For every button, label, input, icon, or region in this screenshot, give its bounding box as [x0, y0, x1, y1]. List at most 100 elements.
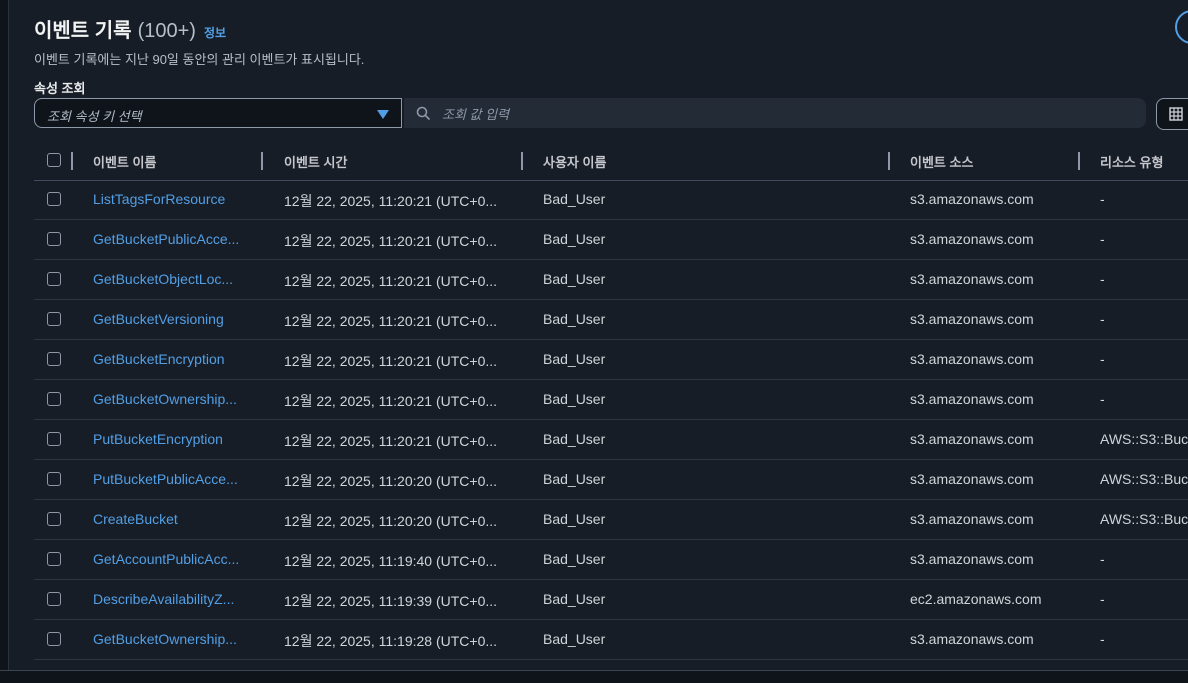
table-row: GetBucketOwnership... 12월 22, 2025, 11:19… [34, 620, 1188, 660]
user-name: Bad_User [543, 231, 606, 247]
event-source-text[interactable]: s3.amazonaws.com [910, 311, 1034, 327]
event-source-text[interactable]: ec2.amazonaws.com [910, 591, 1042, 607]
info-link[interactable]: 정보 [204, 24, 226, 41]
column-header-event-time[interactable]: 이벤트 시간 [284, 152, 347, 171]
user-name: Bad_User [543, 511, 606, 527]
table-body: ListTagsForResource 12월 22, 2025, 11:20:2… [34, 180, 1188, 670]
search-icon [416, 106, 430, 120]
event-source-text[interactable]: s3.amazonaws.com [910, 551, 1034, 567]
event-source: s3.amazonaws.com [910, 551, 1070, 567]
event-time: 12월 22, 2025, 11:20:21 (UTC+0... [284, 313, 498, 329]
table-row: GetAccountPublicAcc... 12월 22, 2025, 11:1… [34, 540, 1188, 580]
event-name-link[interactable]: GetAccountPublicAcc... [93, 551, 243, 567]
preferences-grid-icon [1169, 107, 1183, 121]
event-history-panel: 이벤트 기록 (100+) 정보 이벤트 기록에는 지난 90일 동안의 관리 … [8, 0, 1188, 670]
event-name-link[interactable]: GetBucketOwnership... [93, 631, 243, 647]
resource-type: AWS::S3::Buck [1100, 471, 1188, 487]
event-source-text[interactable]: s3.amazonaws.com [910, 471, 1034, 487]
event-source-text[interactable]: s3.amazonaws.com [910, 431, 1034, 447]
row-checkbox[interactable] [47, 472, 61, 486]
event-source: s3.amazonaws.com [910, 191, 1070, 207]
event-source: s3.amazonaws.com [910, 351, 1070, 367]
table-row: CreateBucket 12월 22, 2025, 11:20:20 (UTC+… [34, 500, 1188, 540]
column-header-event-name[interactable]: 이벤트 이름 [93, 152, 156, 171]
resource-type: - [1100, 271, 1105, 287]
event-time: 12월 22, 2025, 11:20:21 (UTC+0... [284, 233, 498, 249]
column-header-resource-type[interactable]: 리소스 유형 [1100, 152, 1163, 171]
row-checkbox[interactable] [47, 632, 61, 646]
user-name: Bad_User [543, 191, 606, 207]
select-value: 조회 속성 키 선택 [47, 109, 142, 124]
search-input[interactable] [440, 98, 1134, 130]
event-source: s3.amazonaws.com [910, 271, 1070, 287]
bottom-bar [0, 670, 1188, 683]
column-resizer[interactable] [71, 152, 73, 170]
table-row: GetBucketVersioning 12월 22, 2025, 11:20:2… [34, 300, 1188, 340]
table-row: DescribeAvailabilityZ... 12월 22, 2025, 11… [34, 580, 1188, 620]
event-time: 12월 22, 2025, 11:19:40 (UTC+0... [284, 553, 498, 569]
resource-type: - [1100, 191, 1105, 207]
row-checkbox[interactable] [47, 352, 61, 366]
event-name-link[interactable]: DescribeAvailabilityZ... [93, 591, 243, 607]
event-name-link[interactable]: CreateBucket [93, 511, 243, 527]
event-source-text[interactable]: s3.amazonaws.com [910, 271, 1034, 287]
row-checkbox[interactable] [47, 312, 61, 326]
row-checkbox[interactable] [47, 432, 61, 446]
column-resizer[interactable] [261, 152, 263, 170]
row-checkbox[interactable] [47, 232, 61, 246]
event-time: 12월 22, 2025, 11:19:39 (UTC+0... [284, 593, 498, 609]
select-all-checkbox[interactable] [47, 153, 61, 167]
event-source-text[interactable]: s3.amazonaws.com [910, 191, 1034, 207]
event-source: ec2.amazonaws.com [910, 591, 1070, 607]
column-header-event-source[interactable]: 이벤트 소스 [910, 152, 973, 171]
column-resizer[interactable] [1078, 152, 1080, 170]
table-row: PutBucketPublicAcce... 12월 22, 2025, 11:2… [34, 460, 1188, 500]
row-checkbox[interactable] [47, 592, 61, 606]
column-header-user-name[interactable]: 사용자 이름 [543, 152, 606, 171]
row-checkbox[interactable] [47, 192, 61, 206]
lookup-attribute-label: 속성 조회 [34, 81, 86, 96]
table-header: 이벤트 이름 이벤트 시간 사용자 이름 이벤트 소스 리소스 유형 [34, 144, 1188, 181]
lookup-attribute-select[interactable]: 조회 속성 키 선택 [34, 98, 402, 128]
event-time: 12월 22, 2025, 11:20:21 (UTC+0... [284, 433, 498, 449]
column-resizer[interactable] [521, 152, 523, 170]
event-source-text[interactable]: s3.amazonaws.com [910, 231, 1034, 247]
event-source-text[interactable]: s3.amazonaws.com [910, 351, 1034, 367]
event-time: 12월 22, 2025, 11:19:28 (UTC+0... [284, 633, 498, 649]
event-name-link[interactable]: GetBucketObjectLoc... [93, 271, 243, 287]
event-name-link[interactable]: PutBucketPublicAcce... [93, 471, 243, 487]
user-name: Bad_User [543, 391, 606, 407]
event-source-text[interactable]: s3.amazonaws.com [910, 511, 1034, 527]
row-checkbox[interactable] [47, 552, 61, 566]
event-name-link[interactable]: GetBucketEncryption [93, 351, 243, 367]
event-source: s3.amazonaws.com [910, 631, 1070, 647]
user-name: Bad_User [543, 471, 606, 487]
table-preferences-button[interactable] [1156, 98, 1188, 130]
resource-type: - [1100, 631, 1105, 647]
event-time: 12월 22, 2025, 11:20:20 (UTC+0... [284, 513, 498, 529]
table-row: GetBucketObjectLoc... 12월 22, 2025, 11:20… [34, 260, 1188, 300]
event-name-link[interactable]: GetBucketVersioning [93, 311, 243, 327]
event-source: s3.amazonaws.com [910, 311, 1070, 327]
user-name: Bad_User [543, 631, 606, 647]
event-source: s3.amazonaws.com [910, 391, 1070, 407]
resource-type: - [1100, 551, 1105, 567]
resource-type: - [1100, 391, 1105, 407]
event-name-link[interactable]: ListTagsForResource [93, 191, 243, 207]
user-name: Bad_User [543, 431, 606, 447]
event-name-link[interactable]: GetBucketOwnership... [93, 391, 243, 407]
event-source-text[interactable]: s3.amazonaws.com [910, 391, 1034, 407]
event-name-link[interactable]: PutBucketEncryption [93, 431, 243, 447]
event-name-link[interactable]: GetBucketPublicAcce... [93, 231, 243, 247]
row-checkbox[interactable] [47, 272, 61, 286]
user-name: Bad_User [543, 271, 606, 287]
resource-type: - [1100, 591, 1105, 607]
lookup-value-search[interactable] [404, 98, 1146, 130]
event-source-text[interactable]: s3.amazonaws.com [910, 631, 1034, 647]
row-checkbox[interactable] [47, 392, 61, 406]
column-resizer[interactable] [888, 152, 890, 170]
row-checkbox[interactable] [47, 512, 61, 526]
table-row: ListTagsForResource 12월 22, 2025, 11:20:2… [34, 180, 1188, 220]
circle-action-button[interactable] [1175, 10, 1188, 44]
table-row: GetBucketEncryption 12월 22, 2025, 11:20:2… [34, 340, 1188, 380]
